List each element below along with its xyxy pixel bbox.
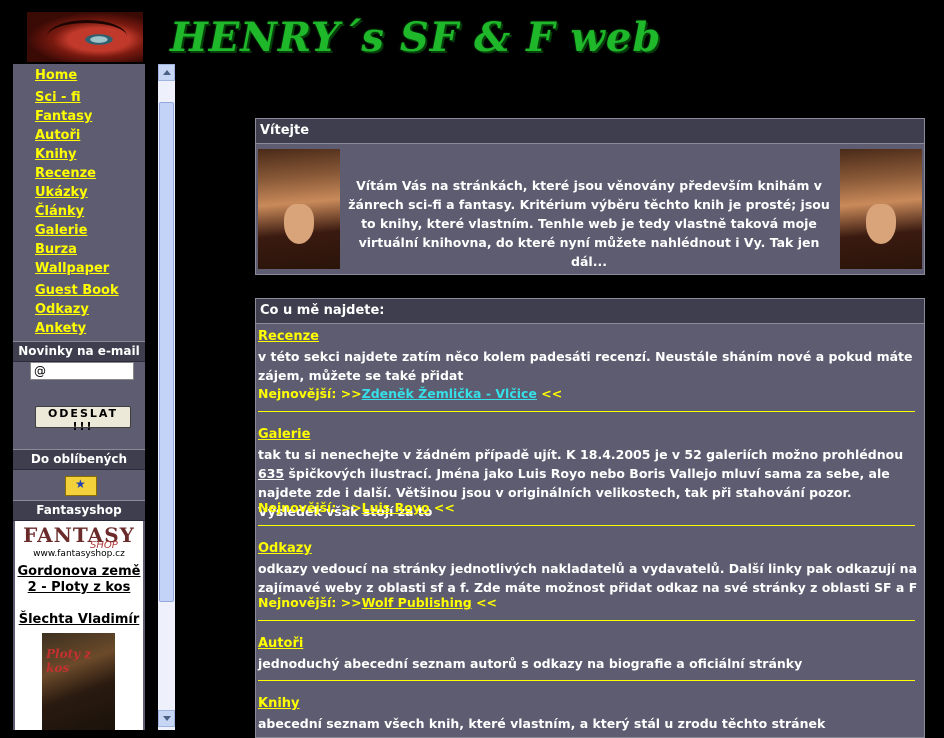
nav-odkazy[interactable]: Odkazy	[35, 302, 89, 317]
scroll-up-arrow-icon[interactable]	[158, 64, 175, 81]
shop-heading: Fantasyshop	[13, 500, 145, 521]
newest-odkazy: Nejnovější: >>Wolf Publishing <<	[258, 595, 498, 610]
sidebar: Home Sci - fi Fantasy Autoři Knihy Recen…	[13, 64, 145, 730]
newest-link-galerie[interactable]: Luis Royo	[362, 500, 430, 515]
sidebar-scrollbar[interactable]	[158, 64, 175, 730]
shop-book-link[interactable]: Gordonova země 2 - Ploty z kos	[15, 564, 143, 596]
nav-autori[interactable]: Autoři	[35, 128, 80, 143]
newest-recenze: Nejnovější: >>Zdeněk Žemlička - Vlčice <…	[258, 386, 563, 401]
item-text-autori: jednoduchý abecední seznam autorů s odka…	[258, 656, 803, 671]
item-text-odkazy: odkazy vedoucí na stránky jednotlivých n…	[258, 561, 918, 595]
nav-ukazky[interactable]: Ukázky	[35, 185, 88, 200]
divider	[258, 411, 915, 412]
content-panel: Co u mě najdete: Recenze v této sekci na…	[255, 298, 925, 738]
nav-knihy[interactable]: Knihy	[35, 147, 77, 162]
nav-fantasy[interactable]: Fantasy	[35, 109, 92, 124]
shop-url: www.fantasyshop.cz	[33, 549, 125, 559]
item-title-knihy[interactable]: Knihy	[258, 696, 300, 711]
nav-home[interactable]: Home	[35, 68, 77, 83]
eye-logo	[27, 12, 143, 62]
item-title-recenze[interactable]: Recenze	[258, 329, 319, 344]
shop-ad[interactable]: FANTASY SHOP www.fantasyshop.cz Gordonov…	[15, 521, 143, 730]
nav-ankety[interactable]: Ankety	[35, 321, 86, 336]
item-text-knihy: abecední seznam všech knih, které vlastn…	[258, 716, 826, 731]
send-button[interactable]: ODESLAT !!!	[35, 406, 131, 433]
scroll-down-arrow-icon[interactable]	[158, 710, 175, 727]
newest-galerie: Nejnovější: >>Luis Royo <<	[258, 500, 455, 515]
shop-author-link[interactable]: Šlechta Vladimír	[15, 612, 143, 627]
shop-logo: FANTASY	[23, 523, 135, 547]
gallery-count-link[interactable]: 635	[258, 466, 284, 481]
newest-link-recenze[interactable]: Zdeněk Žemlička - Vlčice	[362, 386, 537, 401]
divider	[258, 620, 915, 621]
nav-guest-book[interactable]: Guest Book	[35, 283, 119, 298]
nav-sci-fi[interactable]: Sci - fi	[35, 90, 81, 105]
item-title-autori[interactable]: Autoři	[258, 636, 303, 651]
bookmark-icon[interactable]	[65, 476, 97, 496]
favorites-heading: Do oblíbených	[13, 449, 145, 470]
book-cover[interactable]: Ploty z kos	[42, 633, 115, 730]
item-title-galerie[interactable]: Galerie	[258, 427, 310, 442]
nav-wallpaper[interactable]: Wallpaper	[35, 261, 109, 276]
scroll-thumb[interactable]	[159, 102, 174, 602]
item-text-recenze: v této sekci najdete zatím něco kolem pa…	[258, 349, 913, 383]
fantasy-illustration-right	[840, 149, 922, 269]
book-cover-title: Ploty z kos	[46, 647, 92, 675]
item-title-odkazy[interactable]: Odkazy	[258, 541, 312, 556]
nav-clanky[interactable]: Články	[35, 204, 84, 219]
welcome-panel: Vítejte Vítám Vás na stránkách, které js…	[255, 118, 925, 275]
newsletter-heading: Novinky na e-mail	[13, 341, 145, 362]
content-heading: Co u mě najdete:	[256, 299, 924, 324]
site-title: HENRY´s SF & F web	[170, 14, 662, 61]
fantasy-illustration-left	[258, 149, 340, 269]
nav-galerie[interactable]: Galerie	[35, 223, 87, 238]
email-field[interactable]	[30, 362, 134, 380]
welcome-text: Vítám Vás na stránkách, které jsou věnov…	[348, 178, 830, 269]
divider	[258, 680, 915, 681]
divider	[258, 525, 915, 526]
welcome-heading: Vítejte	[256, 119, 924, 144]
nav-burza[interactable]: Burza	[35, 242, 77, 257]
newest-link-odkazy[interactable]: Wolf Publishing	[362, 595, 472, 610]
nav-recenze[interactable]: Recenze	[35, 166, 96, 181]
